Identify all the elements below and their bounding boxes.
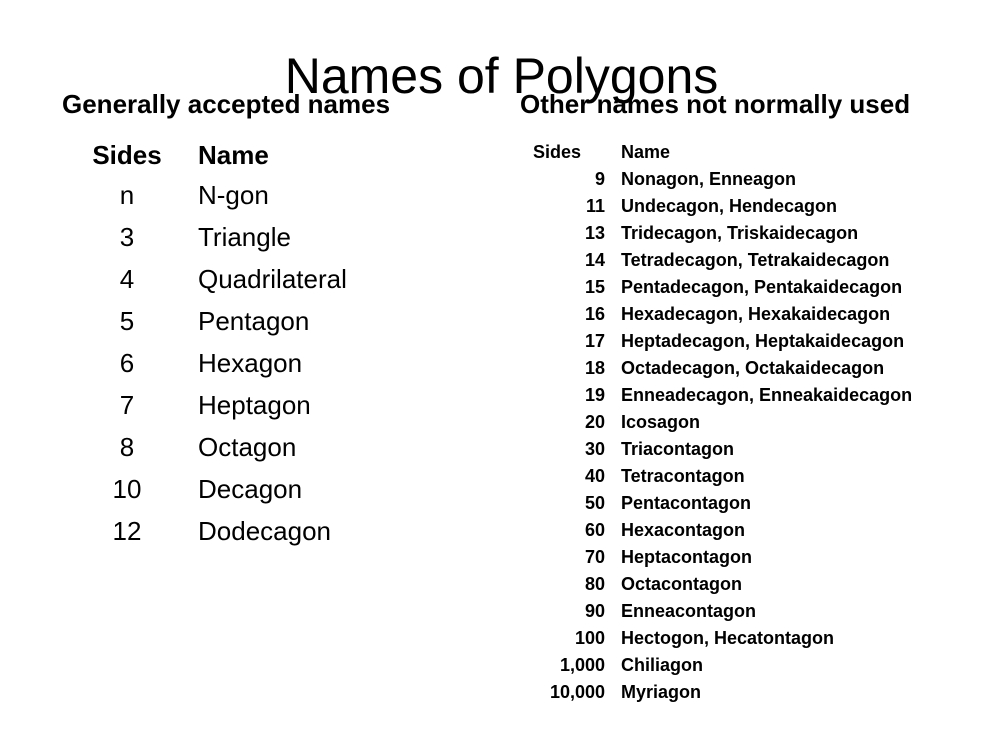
cell-sides: 80 [584,574,605,594]
table-row: 15 Pentadecagon, Pentakaidecagon [522,274,912,301]
table-row: 10,000 Myriagon [522,679,912,706]
cell-sides: 14 [584,250,605,270]
cell-sides: 6 [119,348,135,378]
cell-name: Enneacontagon [621,601,757,621]
table-row: 9 Nonagon, Enneagon [522,166,912,193]
cell-name: Pentacontagon [621,493,752,513]
cell-name: Hexagon [198,348,303,378]
table-row: 17 Heptadecagon, Heptakaidecagon [522,328,912,355]
cell-sides: 19 [584,385,605,405]
table-row: n N-gon [62,174,347,216]
cell-sides: n [119,180,135,210]
table-row: 10 Decagon [62,468,347,510]
table-row: 5 Pentagon [62,300,347,342]
table-row: 70 Heptacontagon [522,544,912,571]
table-row: 8 Octagon [62,426,347,468]
cell-sides: 13 [584,223,605,243]
cell-name: Icosagon [621,412,701,432]
cell-name: Hexadecagon, Hexakaidecagon [621,304,891,324]
cell-name: Hectogon, Hecatontagon [621,628,835,648]
cell-name: Tetracontagon [621,466,745,486]
left-table-header-row: Sides Name [62,136,347,174]
generally-accepted-names-table: Sides Name n N-gon 3 Triangle 4 Quadrilateral… [62,136,347,552]
cell-sides: 10 [112,474,142,504]
table-row: 6 Hexagon [62,342,347,384]
cell-name: Heptagon [198,390,311,420]
table-row: 1,000 Chiliagon [522,652,912,679]
cell-name: Pentagon [198,306,310,336]
left-section-heading: Generally accepted names [62,89,391,119]
cell-sides: 17 [584,331,605,351]
right-column-header-sides: Sides [533,142,582,162]
table-row: 11 Undecagon, Hendecagon [522,193,912,220]
cell-sides: 7 [119,390,135,420]
cell-name: Pentadecagon, Pentakaidecagon [621,277,903,297]
cell-sides: 12 [112,516,142,546]
cell-sides: 4 [119,264,135,294]
cell-name: Decagon [198,474,303,504]
cell-name: Chiliagon [621,655,703,675]
cell-name: Undecagon, Hendecagon [621,196,838,216]
table-row: 60 Hexacontagon [522,517,912,544]
table-row: 20 Icosagon [522,409,912,436]
table-row: 40 Tetracontagon [522,463,912,490]
right-section-heading: Other names not normally used [520,89,911,119]
cell-sides: 8 [119,432,135,462]
cell-sides: 100 [574,628,605,648]
cell-sides: 10,000 [549,682,605,702]
table-row: 90 Enneacontagon [522,598,912,625]
table-row: 13 Tridecagon, Triskaidecagon [522,220,912,247]
cell-sides: 40 [584,466,605,486]
cell-name: Heptacontagon [621,547,753,567]
cell-sides: 18 [584,358,605,378]
cell-name: Hexacontagon [621,520,746,540]
cell-sides: 50 [584,493,605,513]
cell-sides: 3 [119,222,135,252]
cell-sides: 30 [584,439,605,459]
cell-name: Octacontagon [621,574,743,594]
cell-sides: 70 [584,547,605,567]
left-table-body: Sides Name n N-gon 3 Triangle 4 Quadrilateral… [62,136,347,552]
table-row: 80 Octacontagon [522,571,912,598]
table-row: 16 Hexadecagon, Hexakaidecagon [522,301,912,328]
cell-sides: 11 [585,196,605,216]
table-row: 19 Enneadecagon, Enneakaidecagon [522,382,912,409]
cell-name: Nonagon, Enneagon [621,169,796,189]
cell-sides: 90 [584,601,605,621]
other-names-table: Sides Name 9 Nonagon, Enneagon 11 Undecagon… [522,138,912,706]
cell-sides: 60 [584,520,605,540]
cell-name: N-gon [198,180,269,210]
cell-name: Tetradecagon, Tetrakaidecagon [621,250,890,270]
right-column-header-name: Name [621,142,671,162]
cell-name: Heptadecagon, Heptakaidecagon [621,331,905,351]
right-table-header-row: Sides Name [522,138,912,166]
table-row: 100 Hectogon, Hecatontagon [522,625,912,652]
cell-sides: 5 [119,306,135,336]
cell-name: Myriagon [621,682,702,702]
cell-sides: 1,000 [559,655,605,675]
right-table-body: Sides Name 9 Nonagon, Enneagon 11 Undecagon… [522,138,912,706]
cell-name: Octagon [198,432,297,462]
cell-name: Dodecagon [198,516,331,546]
cell-sides: 16 [584,304,605,324]
cell-name: Quadrilateral [198,264,347,294]
cell-sides: 9 [594,169,605,189]
table-row: 3 Triangle [62,216,347,258]
cell-name: Octadecagon, Octakaidecagon [621,358,885,378]
left-column-header-name: Name [198,140,269,170]
cell-name: Tridecagon, Triskaidecagon [621,223,859,243]
table-row: 14 Tetradecagon, Tetrakaidecagon [522,247,912,274]
table-row: 18 Octadecagon, Octakaidecagon [522,355,912,382]
cell-name: Triacontagon [621,439,735,459]
cell-sides: 20 [584,412,605,432]
table-row: 4 Quadrilateral [62,258,347,300]
table-row: 12 Dodecagon [62,510,347,552]
table-row: 50 Pentacontagon [522,490,912,517]
cell-sides: 15 [584,277,605,297]
cell-name: Triangle [198,222,291,252]
table-row: 30 Triacontagon [522,436,912,463]
table-row: 7 Heptagon [62,384,347,426]
cell-name: Enneadecagon, Enneakaidecagon [621,385,913,405]
left-column-header-sides: Sides [92,140,162,170]
